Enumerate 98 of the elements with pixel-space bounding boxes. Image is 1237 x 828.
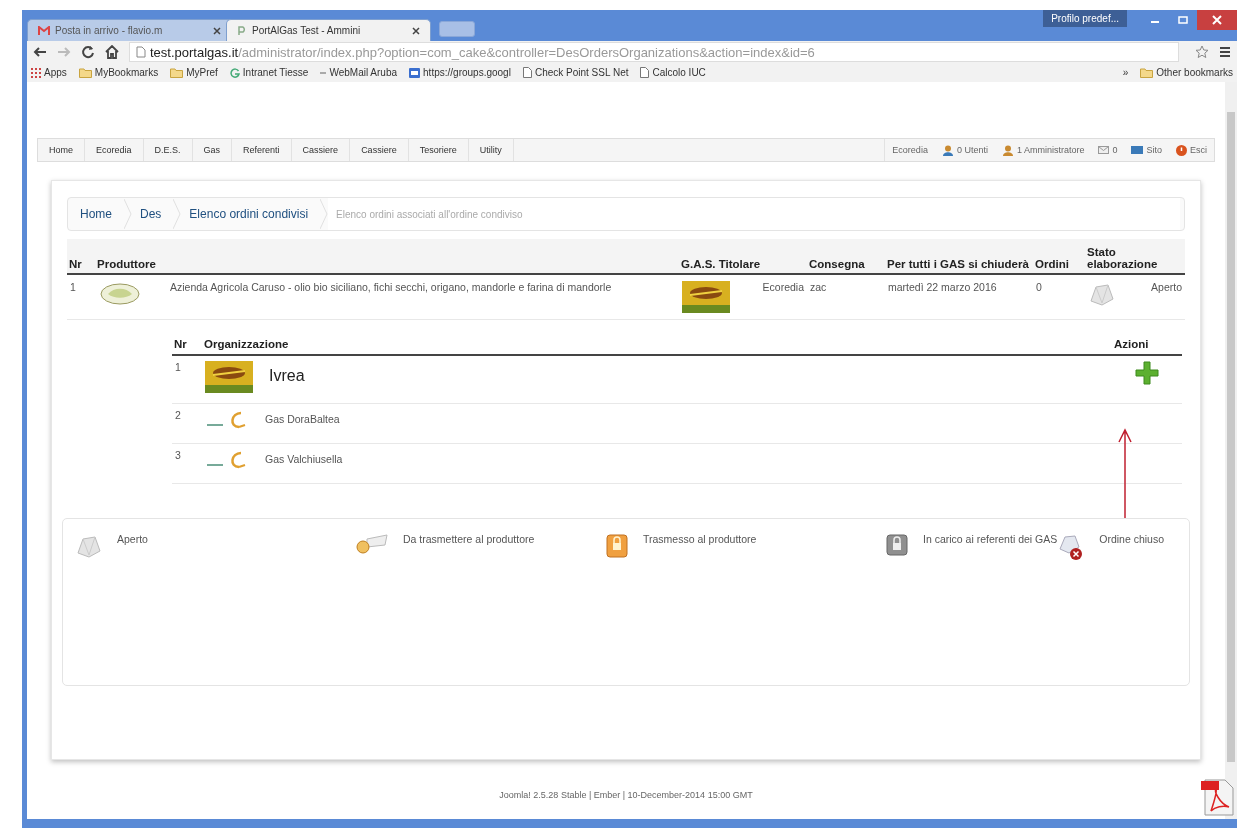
- column-header: Azioni: [1112, 330, 1182, 356]
- table-cell: 1: [67, 275, 95, 320]
- status-link[interactable]: 0 Utenti: [934, 139, 995, 161]
- folder-icon: [78, 67, 92, 78]
- scrollbar-thumb[interactable]: [1227, 112, 1235, 762]
- maximize-icon: [1178, 16, 1188, 24]
- menu-item[interactable]: D.E.S.: [143, 139, 193, 161]
- legend-label: In carico ai referenti dei GAS: [923, 533, 1058, 545]
- menu-item[interactable]: Ecoredia: [85, 139, 144, 161]
- mail-icon: [38, 25, 50, 36]
- state-open-icon: [75, 533, 103, 559]
- close-icon[interactable]: [213, 26, 221, 35]
- star-icon[interactable]: [1195, 45, 1209, 59]
- column-header: Consegna: [807, 239, 885, 275]
- other-bookmarks[interactable]: Other bookmarks: [1140, 67, 1233, 78]
- organization-name: Gas Valchiusella: [265, 452, 343, 465]
- page-icon: [522, 67, 532, 78]
- users-icon: [941, 144, 954, 156]
- table-cell: 3: [172, 444, 202, 484]
- current-gas-label: Ecoredia: [891, 144, 929, 157]
- column-header: Stato elaborazione: [1085, 239, 1185, 275]
- back-arrow-icon[interactable]: [33, 46, 47, 58]
- state-lock-icon: [605, 533, 629, 559]
- table-cell: Azienda Agricola Caruso - olio bio siciliano, fichi secchi, origano, mandorle e farina di mandorle: [167, 275, 679, 320]
- legend-label: Trasmesso al produttore: [643, 533, 757, 545]
- add-icon[interactable]: [1135, 361, 1159, 385]
- menu-icon[interactable]: [1219, 46, 1231, 58]
- close-button[interactable]: [1197, 10, 1237, 30]
- more-bookmarks-button[interactable]: »: [1122, 67, 1129, 78]
- legend-label: Ordine chiuso: [1099, 533, 1165, 545]
- organization-name: Gas DoraBaltea: [265, 412, 340, 425]
- table-cell: 1: [172, 356, 202, 404]
- dash-icon: [320, 71, 327, 74]
- monitor-icon: [1131, 145, 1144, 155]
- column-header: G.A.S. Titolare: [679, 239, 807, 275]
- bookmark[interactable]: MyPref: [170, 67, 218, 78]
- url-text: test.portalgas.it/administrator/index.php?option=com_cake&controller=DesOrdersOrganizations&action=index&id=6: [150, 44, 815, 60]
- column-header: Nr: [172, 330, 202, 356]
- status-link[interactable]: 0: [1091, 139, 1125, 161]
- site-logo-icon: [237, 25, 247, 36]
- bookmark[interactable]: https://groups.googl: [409, 67, 511, 78]
- menu-item[interactable]: Referenti: [232, 139, 292, 161]
- page-icon: [640, 67, 650, 78]
- breadcrumb-link[interactable]: Elenco ordini condivisi: [181, 198, 321, 230]
- gas-logo: [205, 361, 253, 393]
- table-cell: Ecoredia: [762, 281, 804, 295]
- bookmark[interactable]: MyBookmarks: [78, 67, 159, 78]
- browser-tab[interactable]: PortAlGas Test - Ammini: [226, 19, 431, 41]
- pdf-icon[interactable]: [1199, 777, 1235, 817]
- groups-icon: [409, 67, 421, 78]
- menu-item[interactable]: Cassiere: [350, 139, 409, 161]
- menu-item[interactable]: Gas: [192, 139, 233, 161]
- profile-button[interactable]: Profilo predef...: [1043, 10, 1127, 27]
- folder-icon: [1140, 67, 1154, 78]
- admin-icon: [1001, 144, 1014, 156]
- power-icon: [1176, 144, 1187, 156]
- bookmark[interactable]: Intranet Tiesse: [229, 67, 309, 78]
- column-header: Nr: [67, 239, 95, 275]
- table-cell: zac: [807, 275, 885, 320]
- legend-label: Aperto: [117, 533, 148, 545]
- status-label: Aperto: [1151, 281, 1182, 295]
- breadcrumb-link[interactable]: Home: [72, 198, 124, 230]
- status-link[interactable]: 1 Amministratore: [994, 139, 1092, 161]
- organization-name: Ivrea: [269, 366, 305, 385]
- footer-text: Joomla! 2.5.28 Stable | Ember | 10-December-2014 15:00 GMT: [499, 790, 753, 800]
- close-icon: [1212, 15, 1222, 25]
- menu-item[interactable]: Tesoriere: [408, 139, 469, 161]
- status-link[interactable]: Sito: [1124, 139, 1169, 161]
- breadcrumb-current: Elenco ordini associati all'ordine condiviso: [328, 198, 1180, 230]
- gas-logo: [682, 281, 730, 313]
- legend-label: Da trasmettere al produttore: [403, 533, 535, 545]
- column-header: Organizzazione: [202, 330, 1112, 356]
- bookmark[interactable]: Apps: [31, 67, 67, 78]
- envelope-icon: [1098, 146, 1110, 154]
- table-cell: 2: [172, 404, 202, 444]
- table-cell: martedì 22 marzo 2016: [885, 275, 1033, 320]
- state-lock-icon: [885, 533, 909, 557]
- bookmark[interactable]: Calcolo IUC: [640, 67, 706, 78]
- menu-item[interactable]: Utility: [468, 139, 514, 161]
- reload-icon[interactable]: [81, 45, 95, 59]
- table-cell: 0: [1033, 275, 1085, 320]
- status-icon: [1088, 281, 1116, 307]
- column-header: Ordini: [1033, 239, 1085, 275]
- apps-grid-icon: [31, 67, 41, 78]
- column-header: Per tutti i GAS si chiuderà: [885, 239, 1033, 275]
- close-icon[interactable]: [412, 26, 420, 35]
- folder-icon: [170, 67, 184, 78]
- menu-item[interactable]: Home: [38, 139, 85, 161]
- status-link[interactable]: Esci: [1169, 139, 1214, 161]
- google-g-icon: [229, 67, 240, 78]
- address-bar[interactable]: test.portalgas.it/administrator/index.php?option=com_cake&controller=DesOrdersOrganizations&action=index&id=6: [129, 42, 1179, 62]
- breadcrumb-link[interactable]: Des: [132, 198, 174, 230]
- home-icon[interactable]: [105, 45, 119, 59]
- column-header: Produttore: [95, 239, 679, 275]
- page-icon: [136, 46, 146, 58]
- bookmark[interactable]: Check Point SSL Net: [522, 67, 629, 78]
- menu-item[interactable]: Cassiere: [291, 139, 351, 161]
- bookmark[interactable]: WebMail Aruba: [320, 67, 398, 78]
